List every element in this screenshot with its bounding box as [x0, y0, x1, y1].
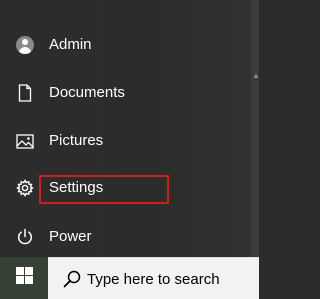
start-menu-item-label: Documents: [49, 84, 125, 101]
user-avatar-icon: [15, 23, 35, 67]
windows-logo-icon: [15, 267, 33, 289]
taskbar: Type here to search: [0, 257, 259, 299]
start-button[interactable]: [0, 257, 48, 299]
start-menu: Admin Documents Pictures Settings Power …: [0, 0, 260, 259]
search-icon: [62, 269, 82, 289]
start-menu-item-admin[interactable]: Admin: [0, 23, 251, 67]
start-menu-item-power[interactable]: Power: [0, 215, 251, 259]
start-menu-item-label: Power: [49, 228, 92, 245]
start-menu-item-label: Pictures: [49, 132, 104, 149]
start-menu-resize-edge[interactable]: ▲: [251, 0, 260, 257]
search-placeholder: Type here to search: [87, 271, 220, 288]
settings-highlight-box: [39, 175, 169, 204]
start-menu-item-label: Admin: [49, 36, 92, 53]
picture-icon: [15, 119, 35, 163]
chevron-up-icon: ▲: [252, 71, 260, 80]
start-menu-item-pictures[interactable]: Pictures: [0, 119, 251, 163]
document-icon: [15, 71, 35, 115]
start-menu-item-documents[interactable]: Documents: [0, 71, 251, 115]
taskbar-search-box[interactable]: Type here to search: [48, 257, 259, 299]
power-icon: [15, 215, 35, 259]
gear-icon: [15, 166, 35, 210]
